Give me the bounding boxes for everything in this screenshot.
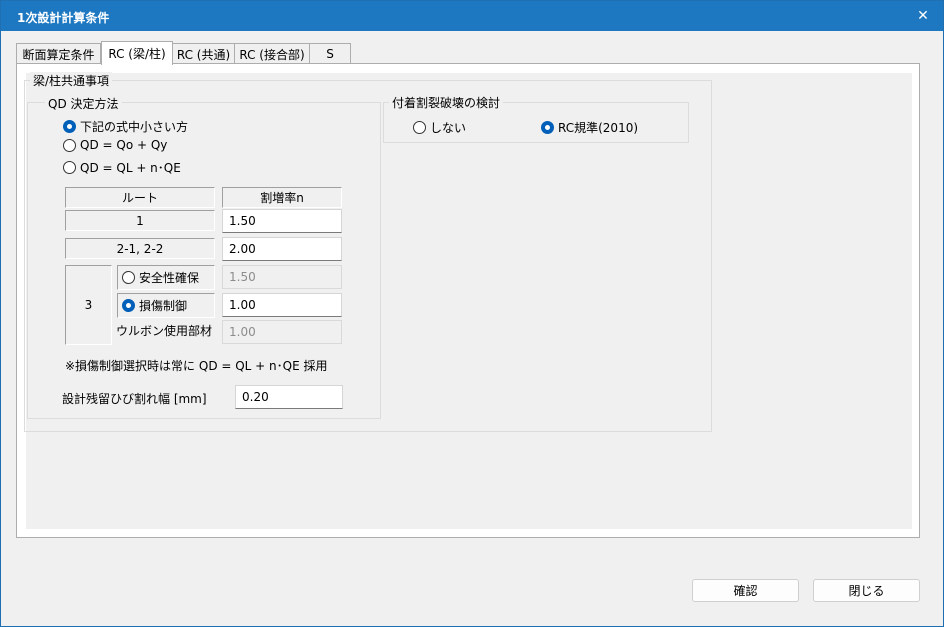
tab-label: RC (接合部) (239, 47, 305, 62)
damage-control-rate-value: 1.00 (229, 298, 256, 312)
qd-option-min[interactable]: 下記の式中小さい方 (63, 118, 188, 135)
crack-width-label: 設計残留ひび割れ幅 [mm] (62, 392, 207, 406)
radio-label: 下記の式中小さい方 (80, 120, 189, 134)
damage-control-option[interactable]: 損傷制御 (117, 293, 215, 318)
safety-option[interactable]: 安全性確保 (117, 265, 215, 290)
radio-button[interactable] (122, 299, 135, 312)
damage-control-rate-input[interactable]: 1.00 (222, 293, 342, 317)
qd-note: ※損傷制御選択時は常に QD = QL + n･QE 採用 (65, 359, 328, 373)
qd-group-title: QD 決定方法 (45, 95, 122, 112)
radio-label: しない (430, 121, 467, 135)
safety-rate-input: 1.50 (222, 265, 342, 289)
window-title: 1次設計計算条件 (17, 11, 110, 25)
route-1-rate-value: 1.50 (229, 214, 256, 228)
bond-option-rc-standard[interactable]: RC規準(2010) (541, 119, 638, 136)
route-1-text: 1 (136, 213, 144, 228)
safety-rate-value: 1.50 (229, 270, 256, 284)
header-route-text: ルート (121, 191, 158, 205)
close-button-label: 閉じる (848, 584, 885, 598)
qd-option-qo-qy[interactable]: QD = Qo + Qy (63, 138, 167, 152)
tab-label: 断面算定条件 (22, 47, 95, 62)
route-1-rate-input[interactable]: 1.50 (222, 209, 342, 233)
radio-label: RC規準(2010) (558, 121, 639, 135)
title-bar: 1次設計計算条件 ✕ (1, 1, 943, 31)
route-2-rate-input[interactable]: 2.00 (222, 237, 342, 261)
route-3-text: 3 (84, 298, 93, 312)
tab-label: S (326, 47, 334, 61)
radio-button[interactable] (63, 161, 76, 174)
header-rate-text: 割増率n (260, 191, 304, 205)
tab-label: RC (梁/柱) (108, 47, 166, 61)
route-3-label: 3 (65, 265, 112, 345)
tab-page: 梁/柱共通事項 QD 決定方法 下記の式中小さい方 QD = Qo + Qy Q… (16, 63, 920, 538)
urubon-rate-value: 1.00 (229, 325, 256, 339)
bond-option-none[interactable]: しない (413, 119, 466, 136)
radio-button[interactable] (63, 138, 76, 152)
radio-label: QD = QL + n･QE (80, 161, 181, 175)
crack-width-value: 0.20 (242, 390, 269, 404)
confirm-button[interactable]: 確認 (692, 579, 799, 602)
radio-button[interactable] (413, 121, 426, 134)
tab-rc-joint[interactable]: RC (接合部) (234, 43, 310, 64)
confirm-button-label: 確認 (733, 584, 758, 598)
urubon-rate-input: 1.00 (222, 320, 342, 344)
header-rate: 割増率n (222, 187, 342, 208)
radio-button[interactable] (63, 120, 76, 133)
radio-label: 損傷制御 (139, 299, 188, 313)
route-2-rate-value: 2.00 (229, 242, 256, 256)
urubon-label: ウルボン使用部材 (116, 324, 213, 338)
header-route: ルート (65, 187, 215, 208)
tab-s[interactable]: S (309, 43, 351, 64)
tab-rc-beam-column[interactable]: RC (梁/柱) (101, 41, 173, 65)
radio-button[interactable] (122, 271, 135, 284)
tab-label: RC (共通) (176, 47, 231, 62)
route-2-text: 2-1, 2-2 (116, 241, 164, 256)
crack-width-input[interactable]: 0.20 (235, 385, 343, 409)
close-window-button[interactable]: ✕ (903, 1, 943, 31)
close-icon: ✕ (917, 8, 929, 24)
common-group-title: 梁/柱共通事項 (30, 72, 113, 89)
close-button[interactable]: 閉じる (813, 579, 920, 602)
radio-button[interactable] (541, 121, 554, 134)
route-2-label: 2-1, 2-2 (65, 238, 215, 259)
radio-label: 安全性確保 (139, 271, 200, 285)
tab-section-design[interactable]: 断面算定条件 (16, 43, 101, 64)
dialog-window: 1次設計計算条件 ✕ 断面算定条件 RC (梁/柱) RC (共通) RC (接… (0, 0, 944, 627)
bond-group-title: 付着割裂破壊の検討 (389, 94, 504, 111)
radio-label: QD = Qo + Qy (80, 138, 168, 152)
route-1-label: 1 (65, 210, 215, 231)
qd-option-ql-nqe[interactable]: QD = QL + n･QE (63, 159, 181, 176)
tab-rc-common[interactable]: RC (共通) (172, 43, 235, 64)
